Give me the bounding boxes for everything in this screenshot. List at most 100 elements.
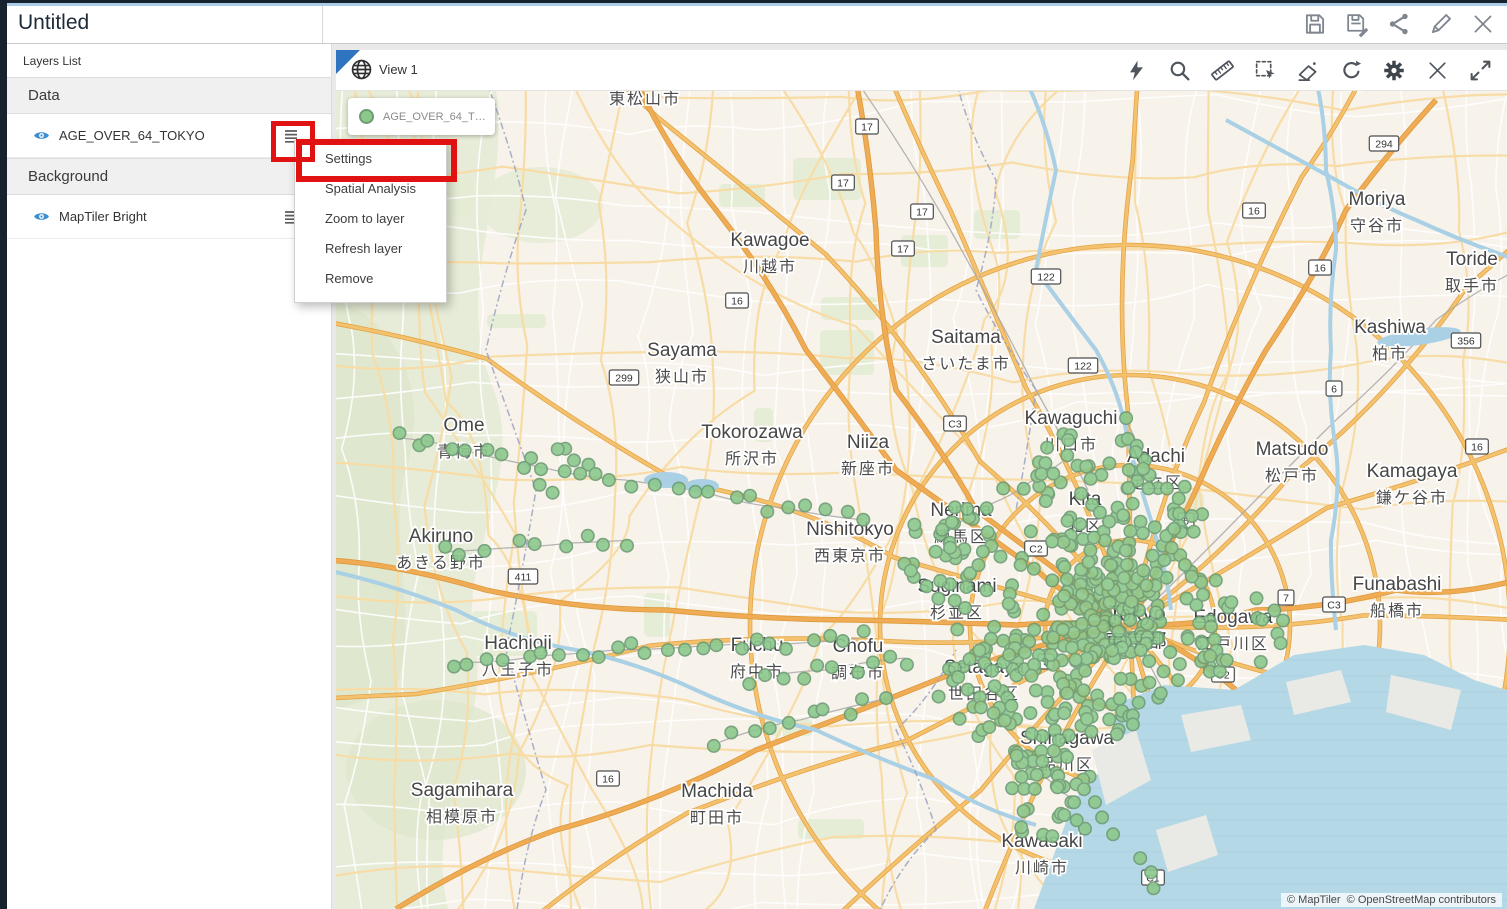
- menu-item-zoom-to-layer[interactable]: Zoom to layer: [295, 204, 446, 234]
- svg-text:Kashiwa: Kashiwa: [1354, 317, 1426, 338]
- layer-name: MapTiler Bright: [59, 209, 281, 224]
- svg-text:柏市: 柏市: [1372, 345, 1408, 363]
- save-icon[interactable]: [1301, 10, 1329, 38]
- svg-text:356: 356: [1457, 336, 1475, 348]
- svg-text:Matsudo: Matsudo: [1256, 439, 1329, 460]
- svg-text:町田市: 町田市: [690, 809, 744, 827]
- layer-row[interactable]: MapTiler Bright: [7, 195, 331, 239]
- measure-icon[interactable]: [1209, 57, 1235, 83]
- svg-text:17: 17: [837, 178, 849, 190]
- eye-icon[interactable]: [33, 127, 50, 144]
- svg-text:船橋市: 船橋市: [1370, 602, 1424, 620]
- svg-text:Machida: Machida: [681, 781, 753, 802]
- page-title: Untitled: [18, 11, 89, 35]
- svg-text:16: 16: [731, 296, 743, 308]
- svg-text:294: 294: [1375, 139, 1393, 151]
- map-canvas[interactable]: 東松山市 Kawagoe 川越市 Sayama 狭山市 Saitama さいたま市 Tokor…: [336, 90, 1507, 909]
- svg-text:さいたま市: さいたま市: [921, 355, 1011, 373]
- close-icon[interactable]: [1469, 10, 1497, 38]
- app-window: { "window": { "title": "Untitled" }, "ti…: [0, 0, 1507, 909]
- legend-label: AGE_OVER_64_T…: [383, 111, 486, 123]
- eye-icon[interactable]: [33, 208, 50, 225]
- svg-text:C3: C3: [1327, 600, 1341, 612]
- close-icon[interactable]: [1424, 57, 1450, 83]
- search-icon[interactable]: [1166, 57, 1192, 83]
- svg-text:東松山市: 東松山市: [609, 90, 681, 108]
- svg-text:守谷市: 守谷市: [1350, 217, 1404, 235]
- titlebar: Untitled: [7, 6, 1507, 44]
- svg-text:相模原市: 相模原市: [426, 808, 498, 826]
- svg-text:所沢市: 所沢市: [725, 450, 779, 468]
- save-as-icon[interactable]: [1343, 10, 1371, 38]
- view-title: View 1: [379, 62, 418, 77]
- svg-text:新座市: 新座市: [841, 460, 895, 478]
- svg-text:川崎市: 川崎市: [1015, 859, 1069, 877]
- window-accent-strip: [0, 3, 1507, 6]
- svg-text:Sagamihara: Sagamihara: [411, 780, 514, 801]
- section-header-data[interactable]: Data: [7, 77, 331, 114]
- svg-text:299: 299: [615, 373, 633, 385]
- menu-item-remove[interactable]: Remove: [295, 264, 446, 294]
- svg-text:Funabashi: Funabashi: [1353, 574, 1442, 595]
- titlebar-divider: [322, 6, 323, 43]
- settings-icon[interactable]: [1381, 57, 1407, 83]
- svg-text:Toride: Toride: [1446, 249, 1498, 270]
- window-left-strip: [0, 0, 7, 909]
- globe-icon: [349, 57, 374, 87]
- svg-text:Ome: Ome: [443, 415, 484, 436]
- svg-text:Sayama: Sayama: [647, 340, 717, 361]
- box-select-icon[interactable]: [1252, 57, 1278, 83]
- refresh-icon[interactable]: [1338, 57, 1364, 83]
- map-attribution: © MapTiler © OpenStreetMap contributors: [1281, 893, 1502, 907]
- view-header: View 1: [336, 50, 1507, 91]
- svg-text:Nishitokyo: Nishitokyo: [806, 519, 894, 540]
- svg-text:Niiza: Niiza: [847, 432, 890, 453]
- layers-list: Data AGE_OVER_64_TOKYO Background MapTiler …: [7, 77, 331, 239]
- svg-text:16: 16: [1314, 263, 1326, 275]
- svg-text:Saitama: Saitama: [931, 327, 1001, 348]
- fullscreen-icon[interactable]: [1467, 57, 1493, 83]
- svg-text:16: 16: [602, 774, 614, 786]
- lightning-icon[interactable]: [1123, 57, 1149, 83]
- share-icon[interactable]: [1385, 10, 1413, 38]
- svg-text:7: 7: [1283, 593, 1289, 605]
- svg-text:Tokorozawa: Tokorozawa: [701, 422, 803, 443]
- svg-text:411: 411: [515, 572, 532, 584]
- svg-text:松戸市: 松戸市: [1265, 467, 1319, 485]
- sidebar-title: Layers List: [7, 43, 331, 77]
- layer-name: AGE_OVER_64_TOKYO: [59, 128, 281, 143]
- svg-text:川越市: 川越市: [743, 258, 797, 276]
- titlebar-actions: [1301, 10, 1497, 38]
- svg-text:122: 122: [1074, 361, 1092, 373]
- section-header-background[interactable]: Background: [7, 158, 331, 195]
- legend-dot-icon: [359, 109, 374, 124]
- svg-text:西東京市: 西東京市: [814, 547, 886, 565]
- svg-text:17: 17: [916, 207, 928, 219]
- layers-sidebar: Layers List Data AGE_OVER_64_TOKYO Backgro…: [7, 43, 332, 909]
- map-legend-chip[interactable]: AGE_OVER_64_T…: [348, 98, 495, 135]
- edit-icon[interactable]: [1427, 10, 1455, 38]
- svg-text:C2: C2: [1029, 544, 1043, 556]
- svg-text:C3: C3: [948, 419, 962, 431]
- erase-icon[interactable]: [1295, 57, 1321, 83]
- svg-text:6: 6: [1331, 384, 1337, 396]
- menu-item-refresh-layer[interactable]: Refresh layer: [295, 234, 446, 264]
- svg-text:Moriya: Moriya: [1348, 189, 1405, 210]
- layer-context-menu: SettingsSpatial AnalysisZoom to layerRef…: [294, 140, 447, 303]
- layer-row[interactable]: AGE_OVER_64_TOKYO: [7, 114, 331, 158]
- menu-item-settings[interactable]: Settings: [295, 144, 446, 174]
- svg-text:鎌ケ谷市: 鎌ケ谷市: [1376, 489, 1448, 507]
- svg-text:八王子市: 八王子市: [482, 661, 554, 679]
- svg-text:府中市: 府中市: [730, 663, 784, 681]
- svg-text:Kawagoe: Kawagoe: [730, 230, 809, 251]
- svg-text:16: 16: [1248, 206, 1260, 218]
- svg-text:16: 16: [1471, 442, 1483, 454]
- svg-text:狭山市: 狭山市: [655, 368, 709, 386]
- svg-text:122: 122: [1037, 272, 1055, 284]
- svg-text:Kamagaya: Kamagaya: [1367, 461, 1458, 482]
- svg-text:あきる野市: あきる野市: [396, 554, 486, 572]
- map-panel: View 1 東松山市 Kawagoe 川越市 Sayama 狭山市 Saitama さいた…: [336, 50, 1507, 909]
- map-image[interactable]: 東松山市 Kawagoe 川越市 Sayama 狭山市 Saitama さいたま市 Tokor…: [336, 90, 1507, 909]
- menu-item-spatial-analysis[interactable]: Spatial Analysis: [295, 174, 446, 204]
- svg-text:17: 17: [897, 244, 909, 256]
